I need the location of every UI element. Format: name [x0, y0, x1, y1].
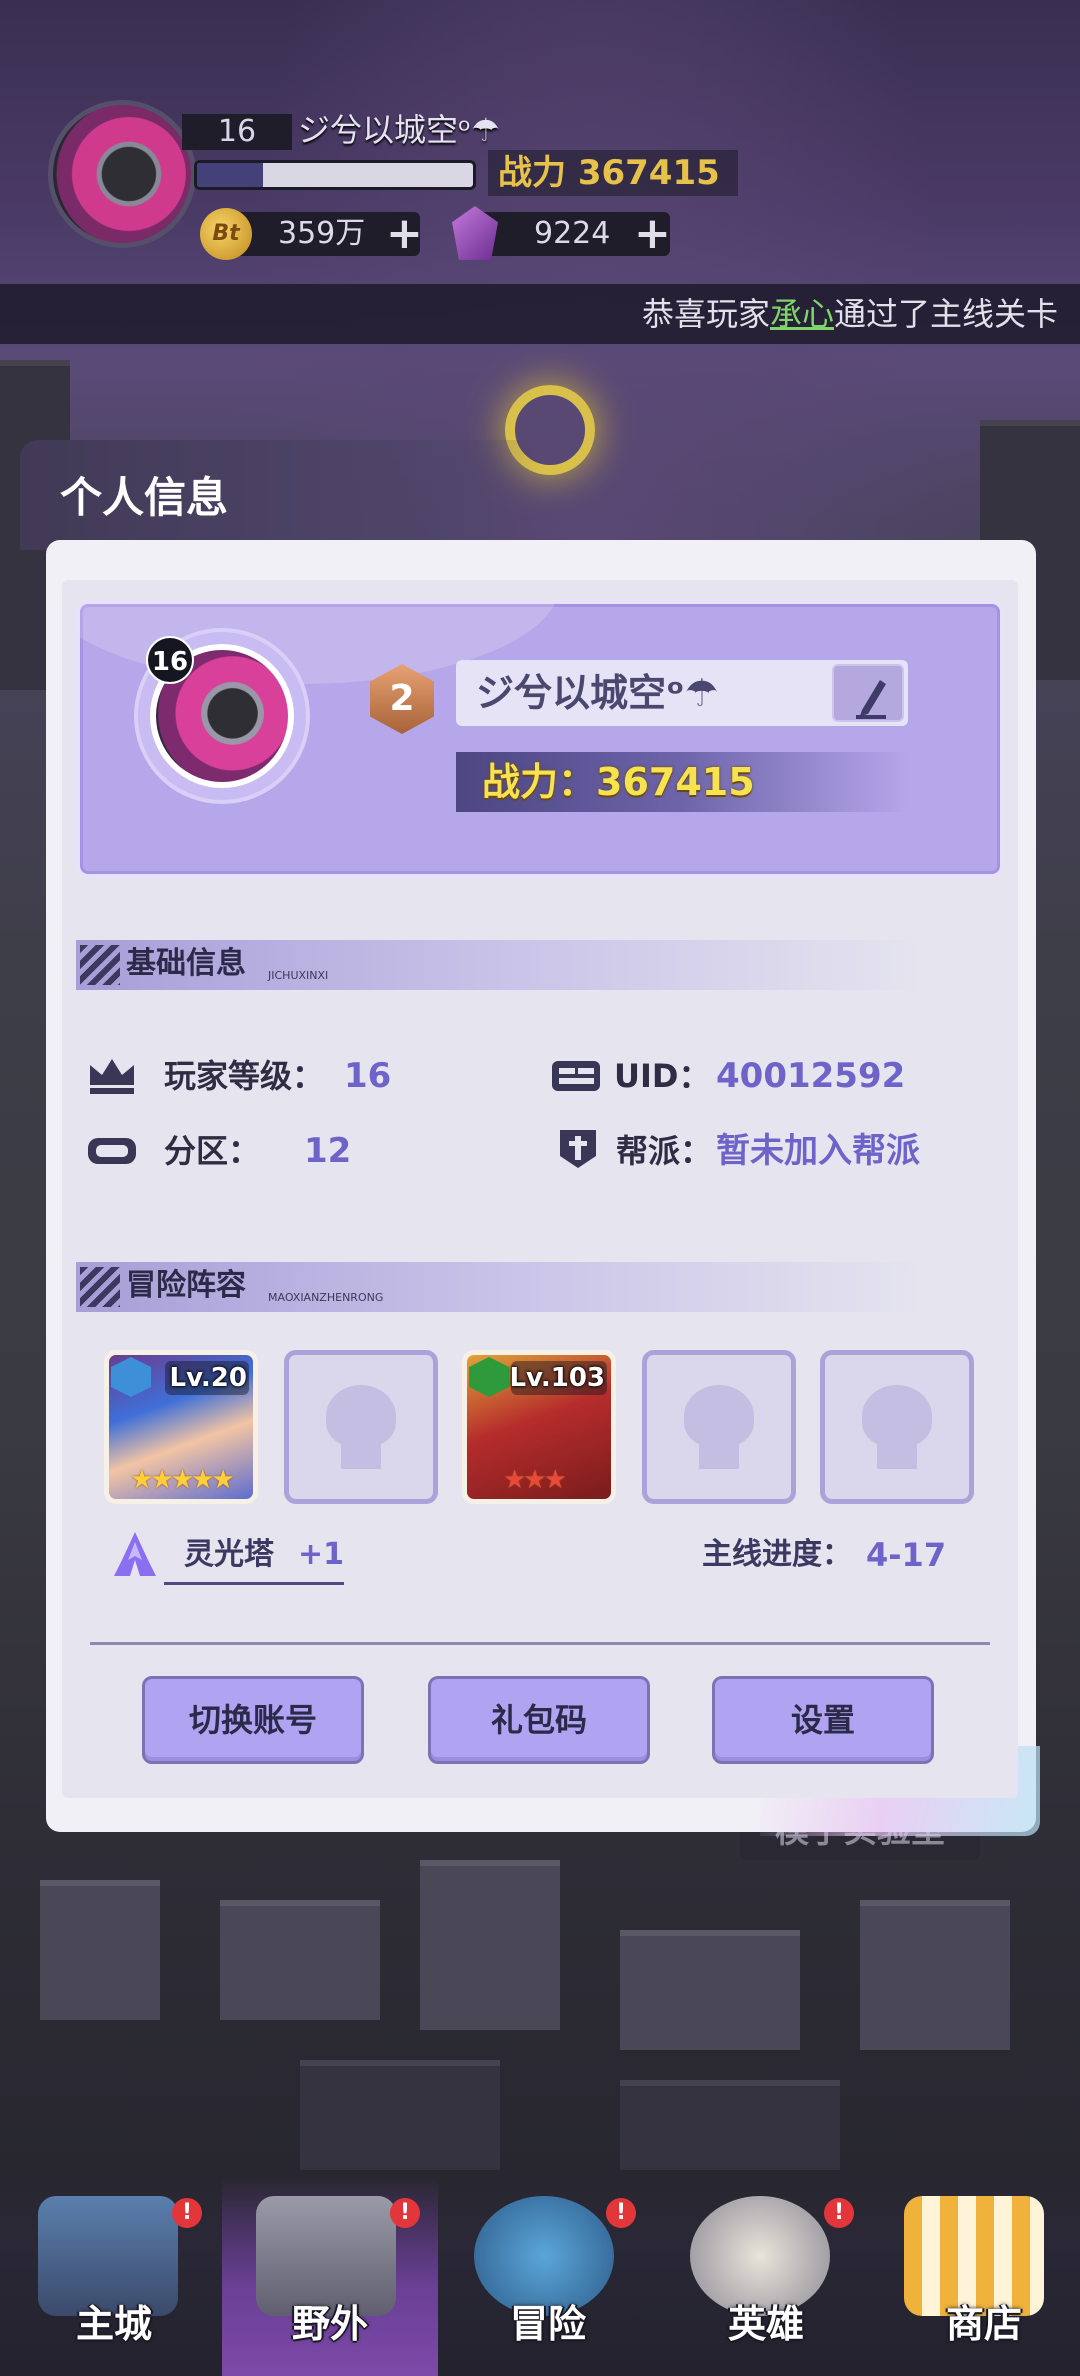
spirit-tower-icon [114, 1532, 156, 1576]
hero-stars: ★★★★★ [130, 1465, 235, 1495]
add-gold-button[interactable]: + [386, 212, 423, 256]
announcement-ticker: 恭喜玩家承心通过了主线关卡 [0, 284, 1080, 344]
nav-alert-badge: ! [172, 2198, 202, 2228]
uid-value: 40012592 [716, 1056, 906, 1096]
edit-name-button[interactable] [832, 664, 904, 722]
main-progress-value: 4-17 [866, 1536, 947, 1574]
spirit-tower-value: +1 [298, 1537, 345, 1572]
player-level-value: 16 [344, 1056, 392, 1096]
ticker-suffix: 通过了主线关卡 [833, 295, 1058, 333]
player-avatar[interactable] [48, 100, 196, 248]
guild-shield-icon [560, 1130, 596, 1168]
profile-name: ジ兮以城空ᵒ☂ [476, 671, 719, 715]
nav-alert-badge: ! [606, 2198, 636, 2228]
power-display: 战力 367415 [488, 150, 738, 196]
hero-slot-3[interactable]: Lv.103 ★★★ [462, 1350, 616, 1504]
profile-power: 战力：367415 [482, 760, 755, 804]
gem-amount: 9224 [534, 216, 611, 251]
switch-account-button[interactable]: 切换账号 [142, 1676, 364, 1764]
nav-label: 主城 [75, 2302, 152, 2346]
background-building [220, 1900, 380, 2020]
server-icon [88, 1138, 136, 1164]
background-building [620, 1930, 800, 2050]
hero-slot-5[interactable] [820, 1350, 974, 1504]
lineup-subtitle: MAOXIANZHENRONG [268, 1291, 384, 1304]
stripe-icon [80, 945, 120, 985]
settings-button[interactable]: 设置 [712, 1676, 934, 1764]
exp-bar-fill [197, 163, 264, 187]
hero-level: Lv.20 [169, 1363, 247, 1393]
zone-value: 12 [304, 1131, 352, 1171]
spirit-tower-label: 灵光塔 [184, 1537, 274, 1572]
add-gem-button[interactable]: + [634, 212, 671, 256]
uid-label: UID： [614, 1057, 711, 1095]
zone-label: 分区： [164, 1132, 261, 1170]
ticker-player-name[interactable]: 承心 [770, 295, 834, 333]
card-level-badge: 16 [146, 636, 194, 684]
background-building [860, 1900, 1010, 2050]
stripe-icon [80, 1267, 120, 1307]
background-building [40, 1880, 160, 2020]
basic-info-title: 基础信息 [126, 946, 246, 981]
nav-alert-badge: ! [824, 2198, 854, 2228]
player-level: 16 [182, 114, 292, 150]
hero-slot-2[interactable] [284, 1350, 438, 1504]
panel-title: 个人信息 [60, 473, 229, 522]
hero-level: Lv.103 [509, 1363, 605, 1393]
background-building [300, 2060, 500, 2170]
guild-label: 帮派： [616, 1132, 713, 1170]
player-name: ジ兮以城空ᵒ☂ [298, 111, 500, 149]
lineup-title: 冒险阵容 [126, 1268, 246, 1303]
main-progress-label: 主线进度： [702, 1537, 852, 1572]
basic-info-subtitle: JICHUXINXI [268, 969, 329, 982]
hero-slot-4[interactable] [642, 1350, 796, 1504]
class-icon [111, 1357, 151, 1397]
nav-label: 冒险 [509, 2302, 586, 2346]
player-level-label: 玩家等级： [164, 1057, 325, 1095]
gift-code-button[interactable]: 礼包码 [428, 1676, 650, 1764]
id-card-icon [552, 1061, 600, 1091]
background-building [620, 2080, 840, 2170]
exp-bar [194, 160, 476, 190]
gold-coin-icon: Bt [200, 208, 252, 260]
nav-label: 商店 [945, 2302, 1022, 2346]
crown-icon [90, 1059, 134, 1094]
pen-icon [856, 680, 886, 719]
divider [90, 1642, 990, 1645]
class-icon [469, 1357, 509, 1397]
nav-label: 野外 [291, 2302, 368, 2346]
ticker-prefix: 恭喜玩家 [641, 295, 770, 333]
background-building [420, 1860, 560, 2030]
hero-slot-1[interactable]: Lv.20 ★★★★★ [104, 1350, 258, 1504]
hero-stars: ★★★ [503, 1465, 567, 1495]
nav-label: 英雄 [727, 2302, 804, 2346]
gold-amount: 359万 [278, 216, 366, 251]
nav-alert-badge: ! [390, 2198, 420, 2228]
spirit-tower-underline [164, 1582, 344, 1585]
guild-value: 暂未加入帮派 [716, 1131, 920, 1171]
